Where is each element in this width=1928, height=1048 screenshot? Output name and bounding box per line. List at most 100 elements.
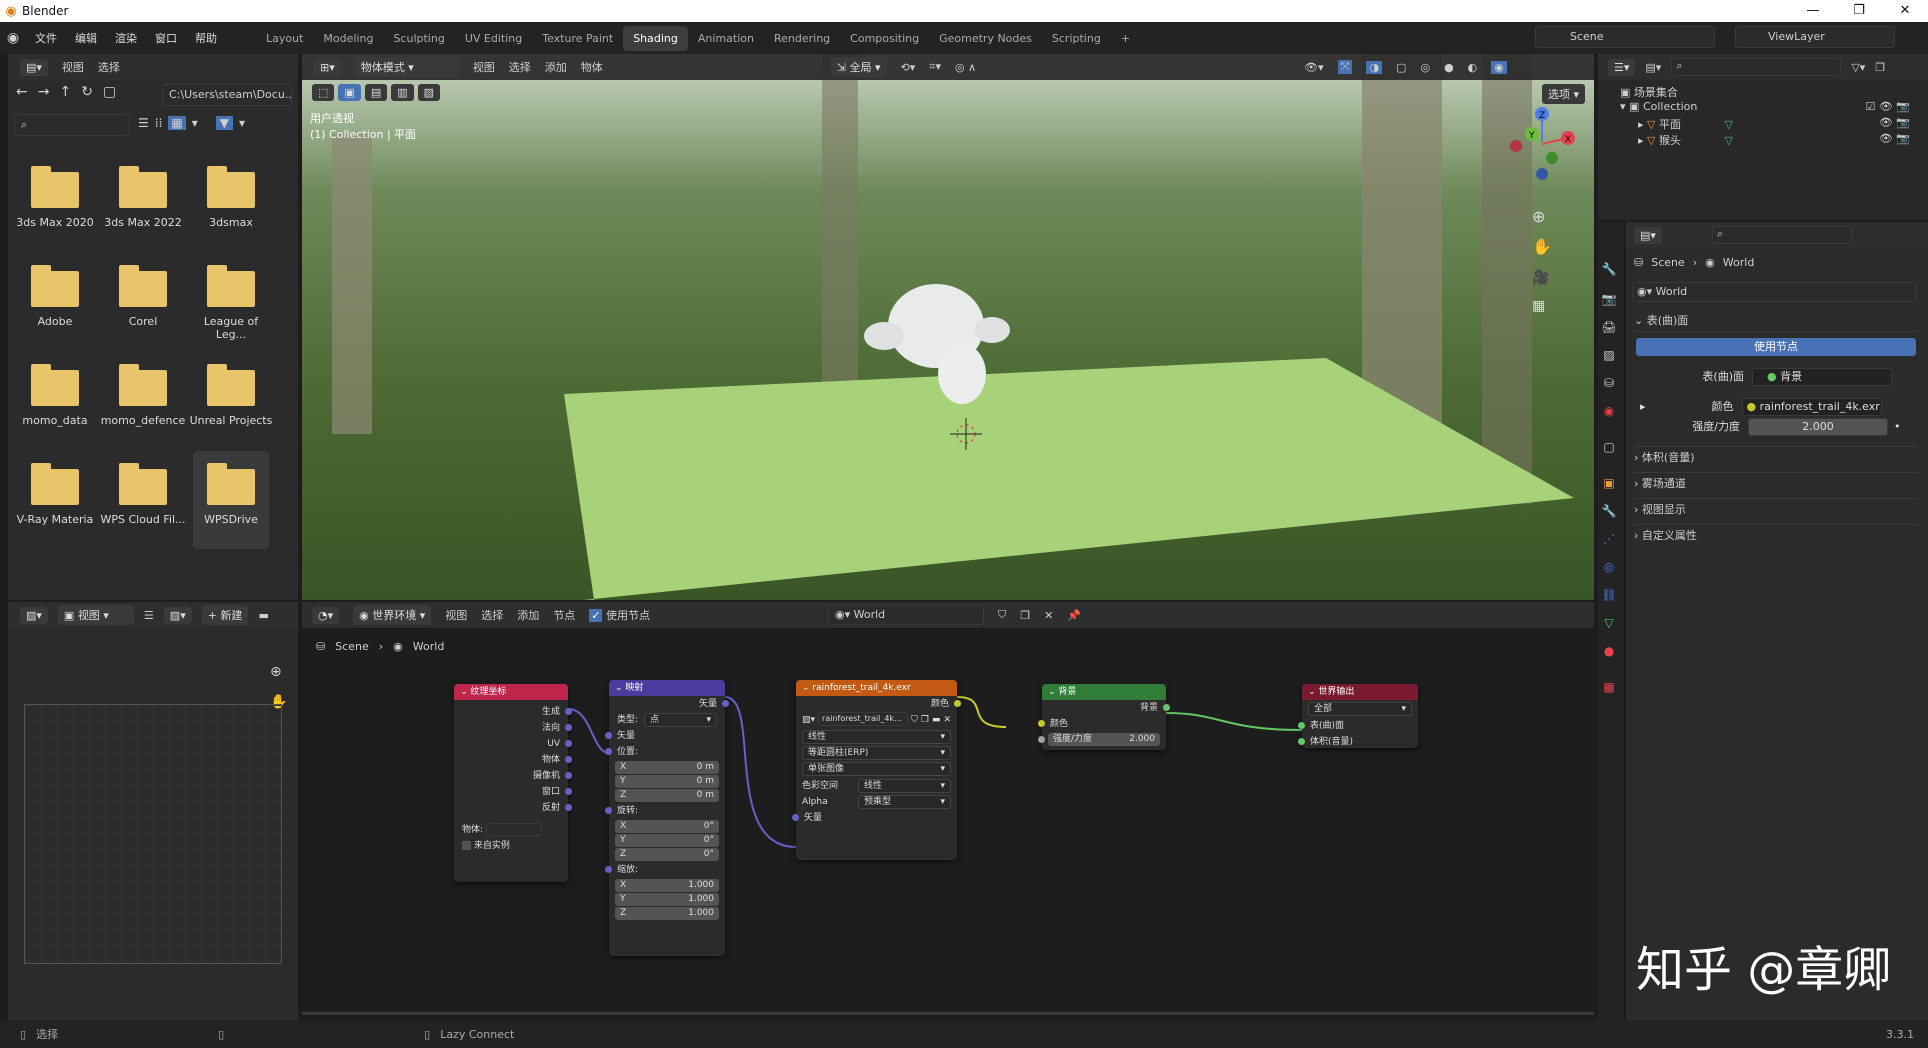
tool-tab-icon[interactable]: 🔧 xyxy=(1600,262,1618,280)
mist-panel-header[interactable]: › 雾场通道 xyxy=(1634,472,1918,494)
new-collection-icon[interactable]: ❐ xyxy=(1875,61,1885,74)
ie-menu-icon[interactable]: ☰ xyxy=(144,609,154,622)
folder-item[interactable]: momo_defence xyxy=(100,352,186,450)
data-tab-icon[interactable]: ▽ xyxy=(1600,616,1618,634)
alpha-dropdown[interactable]: 预乘型 ▾ xyxy=(858,795,951,809)
path-field[interactable]: C:\Users\steam\Docu... xyxy=(162,84,292,106)
node-header[interactable]: ⌄ 纹理坐标 xyxy=(454,684,568,700)
tab-rendering[interactable]: Rendering xyxy=(764,26,840,51)
vp-select-menu[interactable]: 选择 xyxy=(509,59,531,75)
socket-icon[interactable] xyxy=(565,708,572,715)
input-socket-row[interactable]: 矢量 xyxy=(605,728,725,744)
output-socket-row[interactable]: 法向 xyxy=(454,720,572,736)
socket-icon[interactable] xyxy=(1298,722,1305,729)
color-input-field[interactable]: ● rainforest_trail_4k.exr xyxy=(1741,398,1882,416)
blender-menu-icon[interactable]: ◉ xyxy=(0,30,26,46)
tab-uv-editing[interactable]: UV Editing xyxy=(455,26,532,51)
list-vertical-icon[interactable]: ☰ xyxy=(138,116,149,130)
overlay-icon[interactable]: ◑ xyxy=(1366,60,1383,74)
output-tab-icon[interactable]: 🖨 xyxy=(1600,320,1618,338)
output-socket-row[interactable]: 背景 xyxy=(1042,700,1170,716)
socket-icon[interactable] xyxy=(605,748,612,755)
zoom-icon[interactable]: ⊕ xyxy=(270,664,282,680)
strength-field[interactable]: 强度/力度 2.000 xyxy=(1038,733,1160,746)
socket-icon[interactable] xyxy=(722,700,729,707)
input-socket-row[interactable]: 缩放: xyxy=(605,862,725,878)
vp-object-menu[interactable]: 物体 xyxy=(581,59,603,75)
outliner-collection[interactable]: ▾ ▣ Collection ☑ 👁 📷 xyxy=(1620,100,1920,113)
node-header[interactable]: ⌄ 映射 xyxy=(609,680,725,696)
use-nodes-button[interactable]: 使用节点 xyxy=(1636,338,1916,356)
select-new-icon[interactable]: ▣ xyxy=(338,84,361,101)
physics-tab-icon[interactable]: ◎ xyxy=(1600,560,1618,578)
fake-user-icon[interactable]: ⛉ xyxy=(911,712,918,728)
image-canvas[interactable] xyxy=(24,704,282,964)
expand-icon[interactable]: ▸ xyxy=(1638,118,1644,131)
folder-item[interactable]: Adobe xyxy=(12,253,98,351)
list-horizontal-icon[interactable]: ⁞⁞ xyxy=(155,116,163,130)
options-dropdown[interactable]: 选项 ▾ xyxy=(1542,84,1586,104)
duplicate-icon[interactable]: ❐ xyxy=(921,712,929,728)
location-z-field[interactable]: Z 0 m xyxy=(615,789,719,802)
transform-orientation[interactable]: ⇲ 全局 ▾ xyxy=(830,57,887,77)
gizmo-icon[interactable]: ⤧ xyxy=(1337,60,1353,74)
input-socket-row[interactable]: 体积(音量) xyxy=(1298,734,1418,750)
tab-geometry-nodes[interactable]: Geometry Nodes xyxy=(929,26,1042,51)
node-header[interactable]: ⌄ 世界输出 xyxy=(1302,684,1418,700)
shading-rendered-icon[interactable]: ◉ xyxy=(1491,60,1507,74)
filter-icon[interactable]: ▽▾ xyxy=(1851,61,1865,74)
keyframe-icon[interactable]: • xyxy=(1894,420,1901,433)
rotation-x-field[interactable]: X 0° xyxy=(615,820,719,833)
outliner-item[interactable]: ▸ ▽ 猴头 ▽ 👁 📷 xyxy=(1638,132,1920,148)
scene-selector[interactable]: Scene xyxy=(1535,26,1715,48)
socket-icon[interactable] xyxy=(605,807,612,814)
filter-icon[interactable]: ▼ xyxy=(215,116,234,130)
folder-item[interactable]: V-Ray Materia xyxy=(12,451,98,549)
output-socket-row[interactable]: 窗口 xyxy=(454,784,572,800)
fb-search-input[interactable]: ⌕ xyxy=(14,114,130,136)
outliner-item[interactable]: ▸ ▽ 平面 ▽ 👁 📷 xyxy=(1638,116,1920,132)
tab-shading[interactable]: Shading xyxy=(623,25,688,51)
folder-item[interactable]: WPS Cloud Fil... xyxy=(100,451,186,549)
fb-select-menu[interactable]: 选择 xyxy=(98,59,120,75)
output-socket-row[interactable]: 矢量 xyxy=(609,696,729,712)
material-tab-icon[interactable]: ● xyxy=(1600,644,1618,662)
proportional-icon[interactable]: ◎ ∧ xyxy=(955,61,976,74)
shading-material-icon[interactable]: ◐ xyxy=(1468,61,1478,74)
prop-editor-type-icon[interactable]: ▤▾ xyxy=(1634,226,1662,244)
node-background[interactable]: ⌄ 背景 背景 颜色 强度/力度 2.000 xyxy=(1038,684,1170,750)
properties-search-input[interactable]: ⌕ xyxy=(1711,226,1852,244)
menu-edit[interactable]: 编辑 xyxy=(66,30,106,46)
image-name-field[interactable]: rainforest_trail_4k... xyxy=(818,712,909,726)
from-instancer-row[interactable]: 来自实例 xyxy=(454,838,568,854)
folder-item[interactable]: 3dsmax xyxy=(188,154,274,252)
world-datablock-field[interactable]: ◉▾ World xyxy=(1632,282,1916,302)
input-socket-row[interactable]: 位置: xyxy=(605,744,725,760)
render-tab-icon[interactable]: 📷 xyxy=(1600,292,1618,310)
scale-z-field[interactable]: Z 1.000 xyxy=(615,907,719,920)
tab-sculpting[interactable]: Sculpting xyxy=(383,26,454,51)
volume-panel-header[interactable]: › 体积(音量) xyxy=(1634,446,1918,468)
folder-item[interactable]: 3ds Max 2022 xyxy=(100,154,186,252)
location-x-field[interactable]: X 0 m xyxy=(615,761,719,774)
socket-icon[interactable] xyxy=(565,756,572,763)
shading-wire-icon[interactable]: ◎ xyxy=(1420,61,1430,74)
socket-icon[interactable] xyxy=(792,814,799,821)
surface-panel-header[interactable]: ⌄ 表(曲)面 xyxy=(1634,312,1918,332)
modifier-tab-icon[interactable]: 🔧 xyxy=(1600,504,1618,522)
menu-help[interactable]: 帮助 xyxy=(186,30,226,46)
visibility-toggle-icon[interactable]: 👁 📷 xyxy=(1879,116,1910,129)
maximize-button[interactable]: ❐ xyxy=(1836,0,1882,22)
refresh-icon[interactable]: ↻ xyxy=(81,84,93,100)
node-header[interactable]: ⌄ 背景 xyxy=(1042,684,1166,700)
object-tab-icon[interactable]: ▣ xyxy=(1600,476,1618,494)
object-field[interactable] xyxy=(485,823,542,836)
fb-view-menu[interactable]: 视图 xyxy=(62,59,84,75)
node-mapping[interactable]: ⌄ 映射 矢量 类型: 点 ▾ 矢量 位置: X0 m Y0 m Z0 m 旋转: … xyxy=(605,680,729,956)
navigation-gizmo[interactable]: Z X Y ⊕ ✋ 🎥 ▦ xyxy=(1502,104,1582,324)
socket-icon[interactable] xyxy=(1038,720,1045,727)
output-socket-row[interactable]: 反射 xyxy=(454,800,572,816)
socket-icon[interactable] xyxy=(1038,736,1045,743)
outliner-root[interactable]: ▣ 场景集合 xyxy=(1620,84,1678,100)
xray-icon[interactable]: ▢ xyxy=(1396,61,1406,74)
